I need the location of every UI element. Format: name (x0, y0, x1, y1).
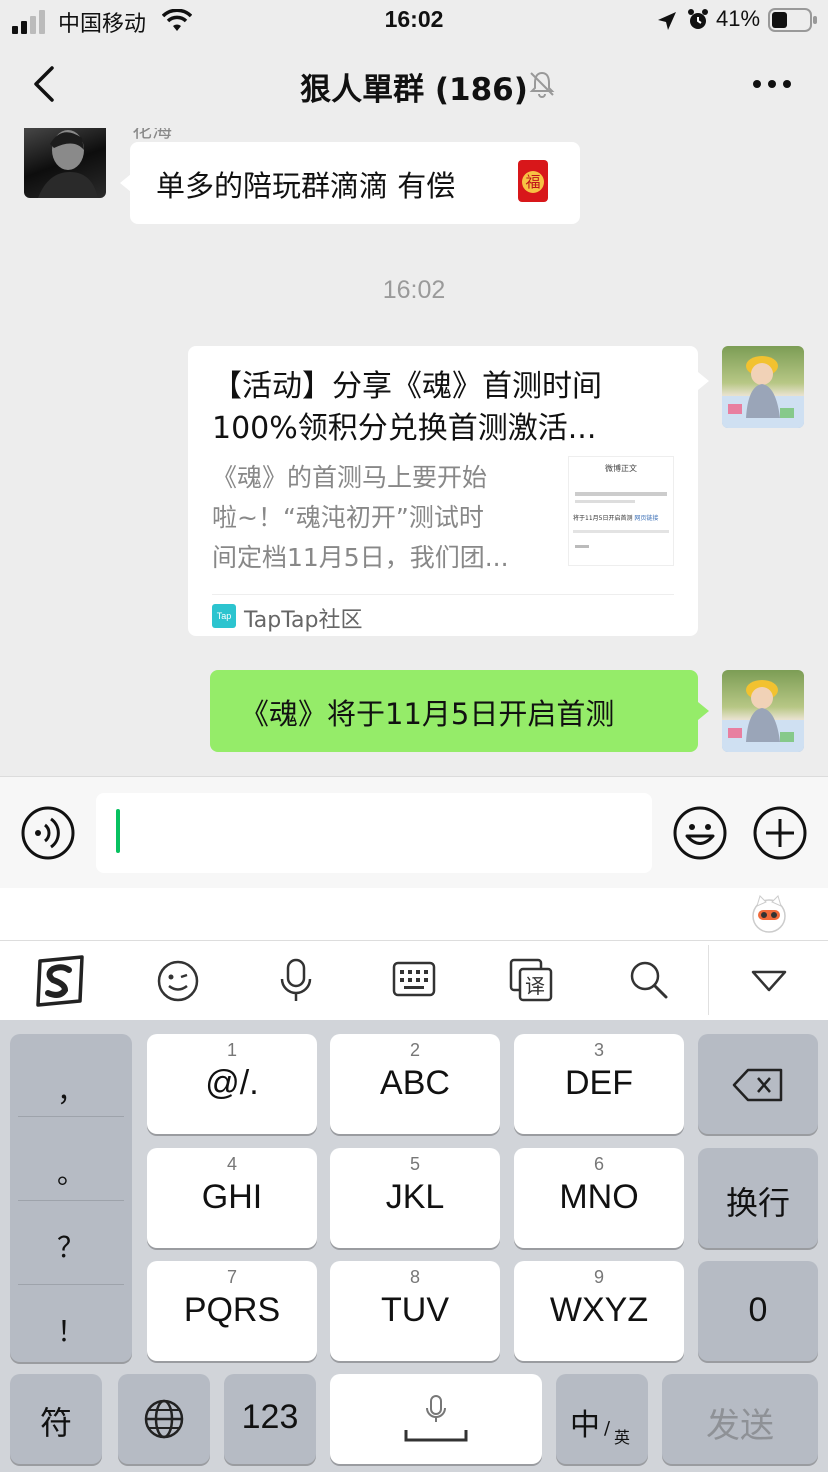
search-icon[interactable] (628, 959, 670, 1001)
translate-icon[interactable]: 译 (508, 957, 554, 1003)
backspace-key[interactable] (698, 1034, 818, 1134)
message-bubble-sent[interactable]: 《魂》将于11月5日开启首测 (210, 670, 698, 752)
red-envelope-emoji: 福 (518, 160, 548, 202)
key-1[interactable]: 1 @/. (147, 1034, 317, 1134)
taptap-icon: Tap (212, 604, 236, 628)
plus-icon[interactable] (752, 805, 808, 861)
avatar-child-photo (722, 356, 804, 428)
link-card-source: TapTap社区 (244, 608, 363, 633)
microphone-icon[interactable] (276, 957, 316, 1005)
message-bubble-received[interactable]: 单多的陪玩群滴滴 有偿 福 (130, 142, 580, 224)
bubble-tail (698, 702, 709, 720)
backspace-icon (732, 1068, 783, 1102)
message-input[interactable] (96, 793, 652, 873)
numbers-key[interactable]: 123 (224, 1374, 316, 1464)
sogou-logo-icon[interactable] (32, 953, 88, 1009)
key-exclamation[interactable]: ！ (10, 1310, 132, 1350)
send-key[interactable]: 发送 (662, 1374, 818, 1464)
key-9[interactable]: 9 WXYZ (514, 1261, 684, 1361)
svg-text:译: 译 (525, 974, 545, 998)
location-arrow-icon (658, 12, 676, 30)
avatar-self[interactable] (722, 346, 804, 428)
more-icon[interactable] (752, 78, 792, 90)
top-bar: 中国移动 16:02 41% 狠人單群 (186) (0, 0, 828, 128)
key-period[interactable]: 。 (10, 1152, 132, 1192)
battery-percent: 41% (716, 6, 761, 31)
key-0[interactable]: 0 (698, 1261, 818, 1361)
keyboard: ， 。 ？ ！ 1 @/. 2 ABC 3 DEF 4 GHI 5 JKL 6 MNO 换行… (0, 1020, 828, 1472)
chat-title: 狠人單群 (186) (300, 72, 528, 108)
link-card-divider (212, 594, 674, 595)
key-comma[interactable]: ， (10, 1070, 132, 1110)
ime-mascot-icon[interactable] (750, 894, 788, 934)
bubble-tail (698, 372, 709, 390)
key-4[interactable]: 4 GHI (147, 1148, 317, 1248)
avatar-other[interactable] (24, 128, 106, 198)
space-key[interactable] (330, 1374, 542, 1464)
collapse-keyboard-icon[interactable] (750, 969, 788, 993)
link-card-title: 【活动】分享《魂》首测时间 100%领积分兑换首测激活... (212, 369, 602, 446)
key-8[interactable]: 8 TUV (330, 1261, 500, 1361)
key-3[interactable]: 3 DEF (514, 1034, 684, 1134)
ime-suggestion-strip (0, 888, 828, 940)
link-card[interactable]: 【活动】分享《魂》首测时间 100%领积分兑换首测激活... 《魂》的首测马上要… (188, 346, 698, 636)
avatar-self[interactable] (722, 670, 804, 752)
key-2[interactable]: 2 ABC (330, 1034, 500, 1134)
key-6[interactable]: 6 MNO (514, 1148, 684, 1248)
chat-area[interactable]: 花海 单多的陪玩群滴滴 有偿 福 16:02 【活动】分享《魂》首测时间 100… (0, 128, 828, 776)
link-card-thumbnail: 微博正文 将于11月5日开启首测 网页链接 (568, 456, 674, 566)
key-7[interactable]: 7 PQRS (147, 1261, 317, 1361)
key-question[interactable]: ？ (10, 1226, 132, 1266)
ime-emoji-icon[interactable] (156, 959, 200, 1003)
battery-icon (768, 8, 817, 32)
sender-name: 花海 (132, 128, 172, 142)
input-bar (0, 776, 828, 888)
language-switch-key[interactable]: 中 / 英 (556, 1374, 648, 1464)
emoji-icon[interactable] (672, 805, 728, 861)
punctuation-column[interactable]: ， 。 ？ ！ (10, 1034, 132, 1362)
newline-key[interactable]: 换行 (698, 1148, 818, 1248)
mute-bell-icon (529, 71, 555, 98)
alarm-icon (688, 9, 708, 29)
message-text: 《魂》将于11月5日开启首测 (240, 697, 615, 731)
globe-icon (144, 1399, 184, 1439)
key-5[interactable]: 5 JKL (330, 1148, 500, 1248)
text-caret (116, 809, 120, 853)
avatar-portrait (38, 130, 98, 198)
keyboard-icon[interactable] (392, 961, 436, 997)
space-mic-icon (404, 1395, 468, 1442)
link-card-description: 《魂》的首测马上要开始 啦~！“魂沌初开”测试时 间定档11月5日，我们团... (212, 463, 509, 572)
symbols-key[interactable]: 符 (10, 1374, 102, 1464)
chat-timestamp: 16:02 (382, 276, 446, 304)
voice-input-icon[interactable] (20, 805, 76, 861)
toolbar-divider (708, 945, 709, 1015)
ime-toolbar: 译 (0, 940, 828, 1020)
avatar-child-photo (722, 680, 804, 752)
message-text: 单多的陪玩群滴滴 有偿 (156, 169, 456, 203)
globe-key[interactable] (118, 1374, 210, 1464)
